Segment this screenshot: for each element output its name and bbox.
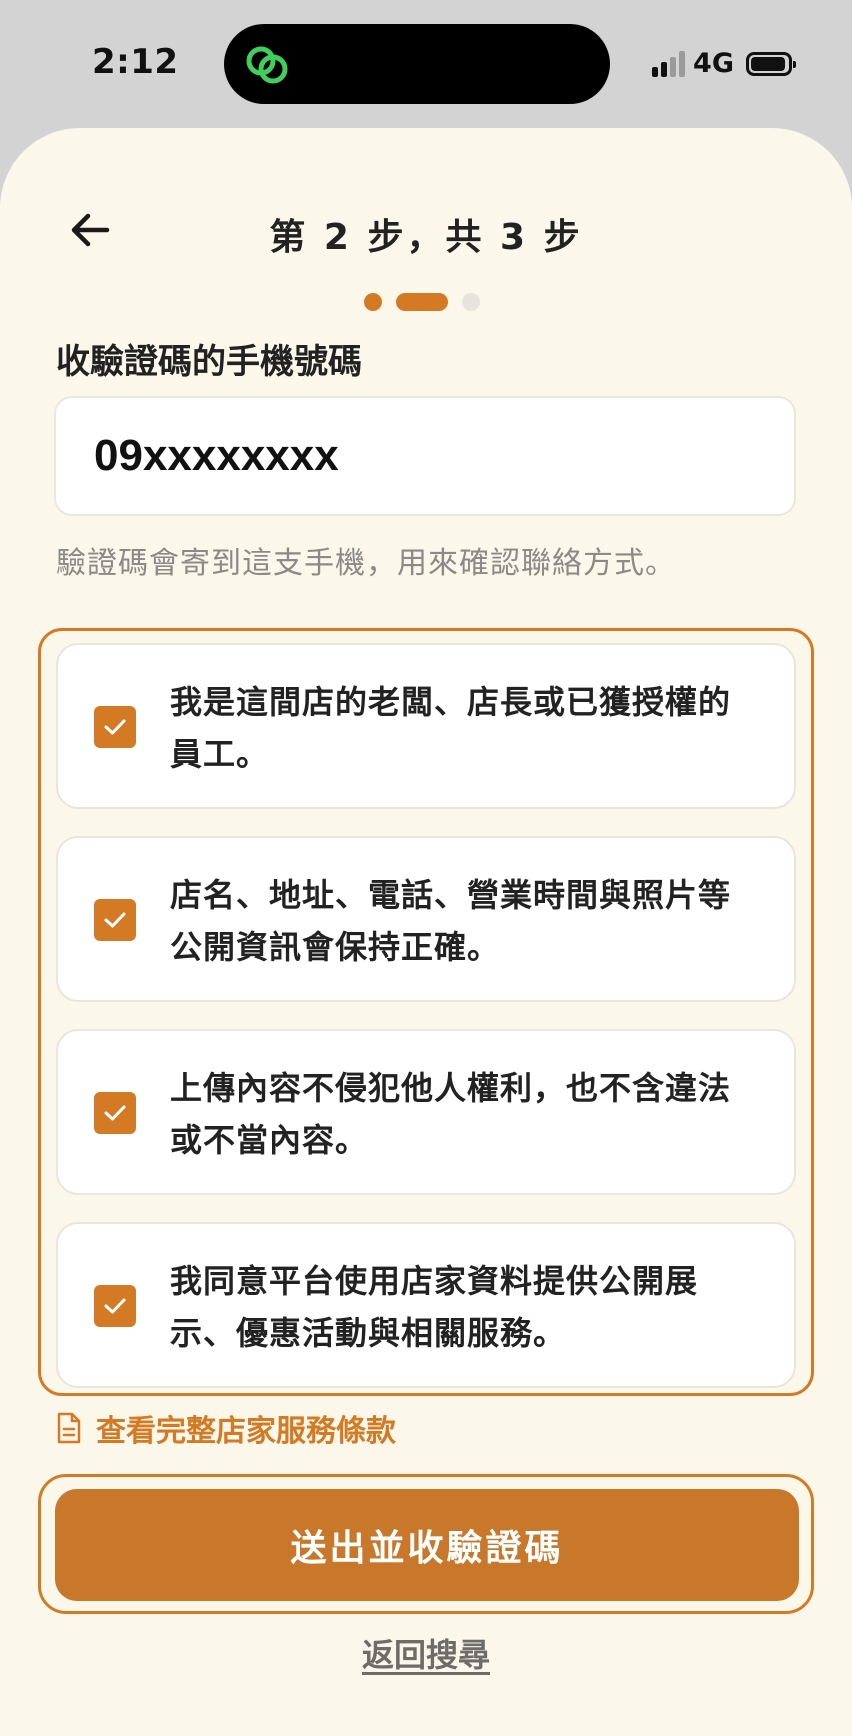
terms-link-label: 查看完整店家服務條款	[96, 1414, 396, 1449]
bottom-sheet: 第 2 步，共 3 步 收驗證碼的手機號碼 驗證碼會寄到這支手機，用來確認聯絡方…	[0, 128, 852, 1736]
agreement-item-content-rights[interactable]: 上傳內容不侵犯他人權利，也不含違法或不當內容。	[56, 1029, 796, 1195]
phone-input[interactable]	[54, 396, 796, 516]
status-indicators: 4G	[652, 48, 796, 79]
submit-focus-ring: 送出並收驗證碼	[38, 1474, 814, 1614]
agreement-group: 我是這間店的老闆、店長或已獲授權的員工。 店名、地址、電話、營業時間與照片等公開…	[38, 628, 814, 1396]
agreement-item-authorized[interactable]: 我是這間店的老闆、店長或已獲授權的員工。	[56, 643, 796, 809]
progress-dot-pending	[462, 293, 480, 311]
signal-icon	[652, 50, 686, 77]
agreement-text: 上傳內容不侵犯他人權利，也不含違法或不當內容。	[170, 1069, 732, 1159]
agreement-checkbox[interactable]	[94, 706, 136, 748]
checkmark-icon	[104, 1298, 126, 1314]
progress-dot-current	[396, 293, 448, 311]
progress-dot-done	[364, 293, 382, 311]
link-app-icon	[246, 46, 288, 84]
dynamic-island	[224, 24, 610, 104]
status-time: 2:12	[92, 42, 179, 82]
battery-icon	[746, 51, 796, 76]
agreement-item-accurate-info[interactable]: 店名、地址、電話、營業時間與照片等公開資訊會保持正確。	[56, 836, 796, 1002]
document-icon	[57, 1412, 81, 1444]
nav-header: 第 2 步，共 3 步	[0, 180, 852, 280]
phone-hint: 驗證碼會寄到這支手機，用來確認聯絡方式。	[56, 546, 676, 581]
agreement-checkbox[interactable]	[94, 1092, 136, 1134]
agreement-checkbox[interactable]	[94, 1285, 136, 1327]
submit-button[interactable]: 送出並收驗證碼	[55, 1489, 799, 1601]
checkmark-icon	[104, 912, 126, 928]
agreement-text: 店名、地址、電話、營業時間與照片等公開資訊會保持正確。	[170, 876, 732, 966]
agreement-item-data-usage[interactable]: 我同意平台使用店家資料提供公開展示、優惠活動與相關服務。	[56, 1222, 796, 1388]
step-title: 第 2 步，共 3 步	[269, 217, 583, 258]
status-bar: 2:12 4G	[0, 0, 852, 128]
step-progress	[364, 293, 480, 311]
checkmark-icon	[104, 1105, 126, 1121]
back-to-search-link[interactable]: 返回搜尋	[0, 1630, 852, 1676]
agreement-text: 我同意平台使用店家資料提供公開展示、優惠活動與相關服務。	[170, 1262, 699, 1352]
network-type: 4G	[693, 48, 734, 79]
agreement-checkbox[interactable]	[94, 899, 136, 941]
terms-link[interactable]: 查看完整店家服務條款	[56, 1406, 396, 1450]
checkmark-icon	[104, 719, 126, 735]
phone-field-label: 收驗證碼的手機號碼	[56, 342, 362, 382]
agreement-text: 我是這間店的老闆、店長或已獲授權的員工。	[170, 683, 732, 773]
